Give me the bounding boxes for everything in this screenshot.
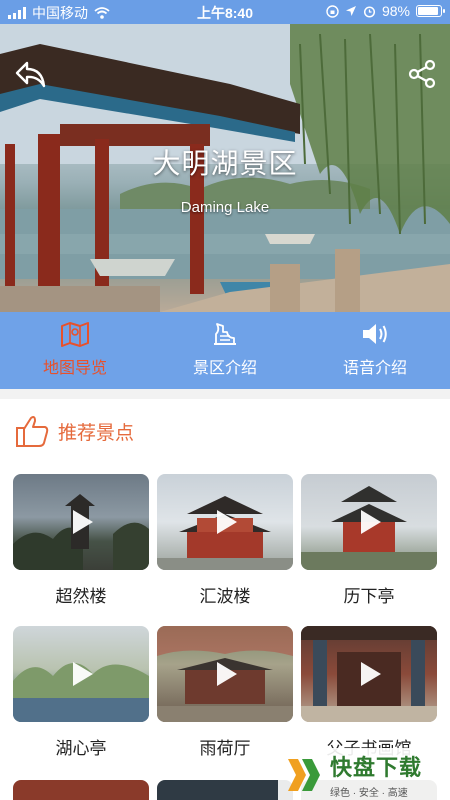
section-header: 推荐景点 [14, 414, 134, 448]
spot-thumbnail-peek [13, 780, 149, 800]
play-icon [73, 662, 93, 686]
tab-label: 景区介绍 [192, 360, 257, 377]
page-title: 大明湖景区 [152, 147, 298, 180]
battery-icon [416, 5, 445, 17]
map-icon [60, 320, 90, 348]
watermark-tagline: 绿色 · 安全 · 高速 [330, 787, 408, 799]
spot-name: 湖心亭 [55, 739, 107, 758]
tab-audio-intro[interactable]: 语音介绍 [300, 312, 450, 389]
spot-thumbnail [301, 626, 437, 722]
status-right: 98% [326, 3, 445, 19]
share-button[interactable] [404, 56, 440, 92]
speaker-icon [360, 320, 390, 348]
tab-label: 语音介绍 [342, 360, 407, 377]
spot-thumbnail [301, 474, 437, 570]
back-arrow-icon [15, 61, 46, 88]
watermark: 快盘下载 绿色 · 安全 · 高速 [278, 748, 450, 800]
watermark-brand: 快盘下载 [330, 754, 423, 780]
spot-name: 历下亭 [343, 587, 395, 606]
spot-thumbnail [13, 626, 149, 722]
tab-bar: 地图导览 景区介绍 语音介绍 [0, 312, 450, 389]
share-icon [408, 59, 436, 89]
location-icon [345, 6, 356, 16]
tab-scenic-intro[interactable]: 景区介绍 [150, 312, 300, 389]
watermark-text: 快盘下载 绿色 · 安全 · 高速 [330, 750, 422, 799]
spot-card[interactable]: 湖心亭 [13, 626, 149, 778]
spot-card[interactable]: 汇波楼 [157, 474, 293, 626]
scenic-icon [210, 320, 240, 348]
play-icon [217, 662, 237, 686]
section-divider [0, 389, 450, 399]
thumbs-up-icon [16, 416, 49, 447]
section-title: 推荐景点 [58, 422, 135, 444]
kuaipan-logo-icon [288, 759, 320, 791]
status-bar: 中国移动 上午8:40 98% [0, 0, 450, 24]
alarm-icon [363, 5, 376, 18]
spot-name: 雨荷厅 [199, 739, 251, 758]
tab-map-guide[interactable]: 地图导览 [0, 312, 150, 389]
spot-card[interactable]: 雨荷厅 [157, 626, 293, 778]
spot-grid: 超然楼 汇波楼 历下亭 湖心亭 雨荷厅 [13, 474, 437, 778]
page-subtitle: Daming Lake [180, 199, 270, 216]
back-button[interactable] [12, 56, 48, 92]
spot-name: 超然楼 [55, 587, 107, 606]
spot-name: 汇波楼 [199, 587, 251, 606]
spot-card[interactable]: 历下亭 [301, 474, 437, 626]
rotation-lock-icon [326, 4, 339, 18]
play-icon [217, 510, 237, 534]
hero-image: 大明湖景区 Daming Lake [0, 24, 450, 312]
spot-thumbnail [157, 474, 293, 570]
tab-label: 地图导览 [42, 360, 107, 377]
play-icon [361, 510, 381, 534]
spot-thumbnail-peek [157, 780, 293, 800]
spot-thumbnail [157, 626, 293, 722]
battery-fill [418, 7, 438, 15]
battery-percent: 98% [381, 3, 410, 19]
play-icon [361, 662, 381, 686]
spot-card[interactable]: 超然楼 [13, 474, 149, 626]
spot-thumbnail [13, 474, 149, 570]
play-icon [73, 510, 93, 534]
